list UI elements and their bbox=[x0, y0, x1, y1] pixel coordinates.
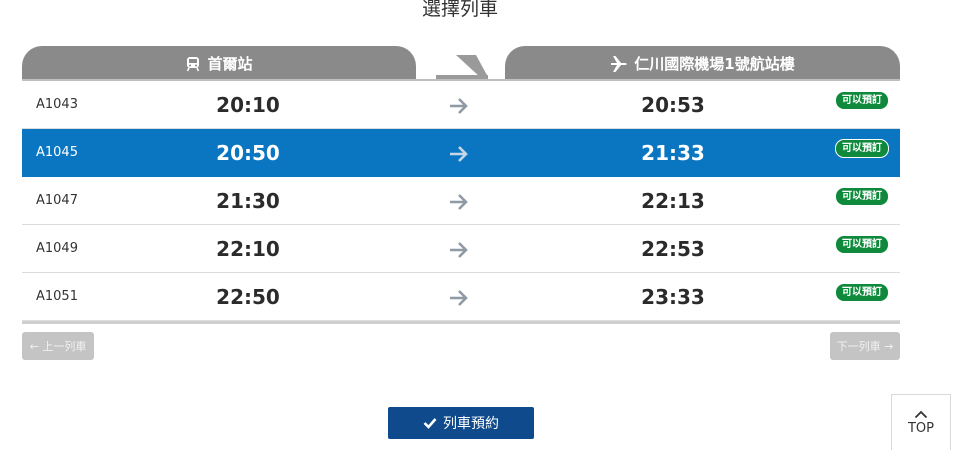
departure-time: 21:30 bbox=[216, 189, 280, 213]
status-badge: 可以預訂 bbox=[835, 283, 889, 302]
page-title: 選擇列車 bbox=[421, 0, 498, 20]
arrival-time: 21:33 bbox=[641, 141, 705, 165]
train-row[interactable]: A1043 20:10 20:53 可以預訂 bbox=[22, 81, 900, 129]
top-label: TOP bbox=[907, 421, 934, 436]
status-badge: 可以預訂 bbox=[835, 235, 889, 254]
airplane-icon bbox=[610, 55, 628, 73]
arrival-time: 22:53 bbox=[641, 237, 705, 261]
status-badge: 可以預訂 bbox=[835, 91, 889, 110]
scroll-to-top-button[interactable]: TOP bbox=[891, 394, 951, 450]
arrow-right-icon: → bbox=[884, 339, 894, 353]
train-code: A1043 bbox=[36, 97, 78, 112]
check-icon bbox=[423, 417, 437, 429]
departure-station-tab: 首爾站 bbox=[22, 46, 416, 81]
arrival-station-tab: 仁川國際機場1號航站樓 bbox=[505, 46, 900, 81]
arrow-right-icon bbox=[450, 98, 468, 114]
arrow-right-icon bbox=[450, 146, 468, 162]
next-train-label: 下一列車 bbox=[836, 340, 881, 353]
departure-time: 20:10 bbox=[216, 93, 280, 117]
train-row[interactable]: A1047 21:30 22:13 可以預訂 bbox=[22, 177, 900, 225]
departure-time: 22:10 bbox=[216, 237, 280, 261]
status-badge: 可以預訂 bbox=[835, 139, 889, 158]
departure-station-name: 首爾站 bbox=[207, 55, 253, 73]
train-code: A1047 bbox=[36, 193, 78, 208]
list-bottom-divider bbox=[22, 321, 900, 324]
book-train-button[interactable]: 列車預約 bbox=[388, 407, 534, 439]
train-code: A1049 bbox=[36, 241, 78, 256]
train-row[interactable]: A1045 20:50 21:33 可以預訂 bbox=[22, 129, 900, 177]
train-row[interactable]: A1049 22:10 22:53 可以預訂 bbox=[22, 225, 900, 273]
departure-time: 20:50 bbox=[216, 141, 280, 165]
chevron-up-icon bbox=[914, 410, 928, 419]
previous-train-button[interactable]: ← 上一列車 bbox=[22, 332, 94, 360]
route-header: 首爾站 仁川國際機場1號航站樓 bbox=[22, 46, 900, 83]
arrival-time: 22:13 bbox=[641, 189, 705, 213]
train-list: A1043 20:10 20:53 可以預訂 A1045 20:50 21:33… bbox=[22, 81, 900, 321]
book-train-label: 列車預約 bbox=[443, 416, 499, 432]
train-row[interactable]: A1051 22:50 23:33 可以預訂 bbox=[22, 273, 900, 321]
next-train-button[interactable]: 下一列車 → bbox=[830, 332, 900, 360]
train-icon bbox=[185, 56, 201, 72]
train-code: A1051 bbox=[36, 289, 78, 304]
previous-train-label: 上一列車 bbox=[42, 340, 87, 353]
arrow-right-icon bbox=[450, 290, 468, 306]
arrival-station-name: 仁川國際機場1號航站樓 bbox=[634, 55, 795, 73]
arrow-left-icon: ← bbox=[29, 339, 39, 353]
arrival-time: 23:33 bbox=[641, 285, 705, 309]
arrow-right-icon bbox=[450, 194, 468, 210]
train-code: A1045 bbox=[36, 145, 78, 160]
status-badge: 可以預訂 bbox=[835, 187, 889, 206]
departure-time: 22:50 bbox=[216, 285, 280, 309]
arrow-right-icon bbox=[450, 242, 468, 258]
arrival-time: 20:53 bbox=[641, 93, 705, 117]
